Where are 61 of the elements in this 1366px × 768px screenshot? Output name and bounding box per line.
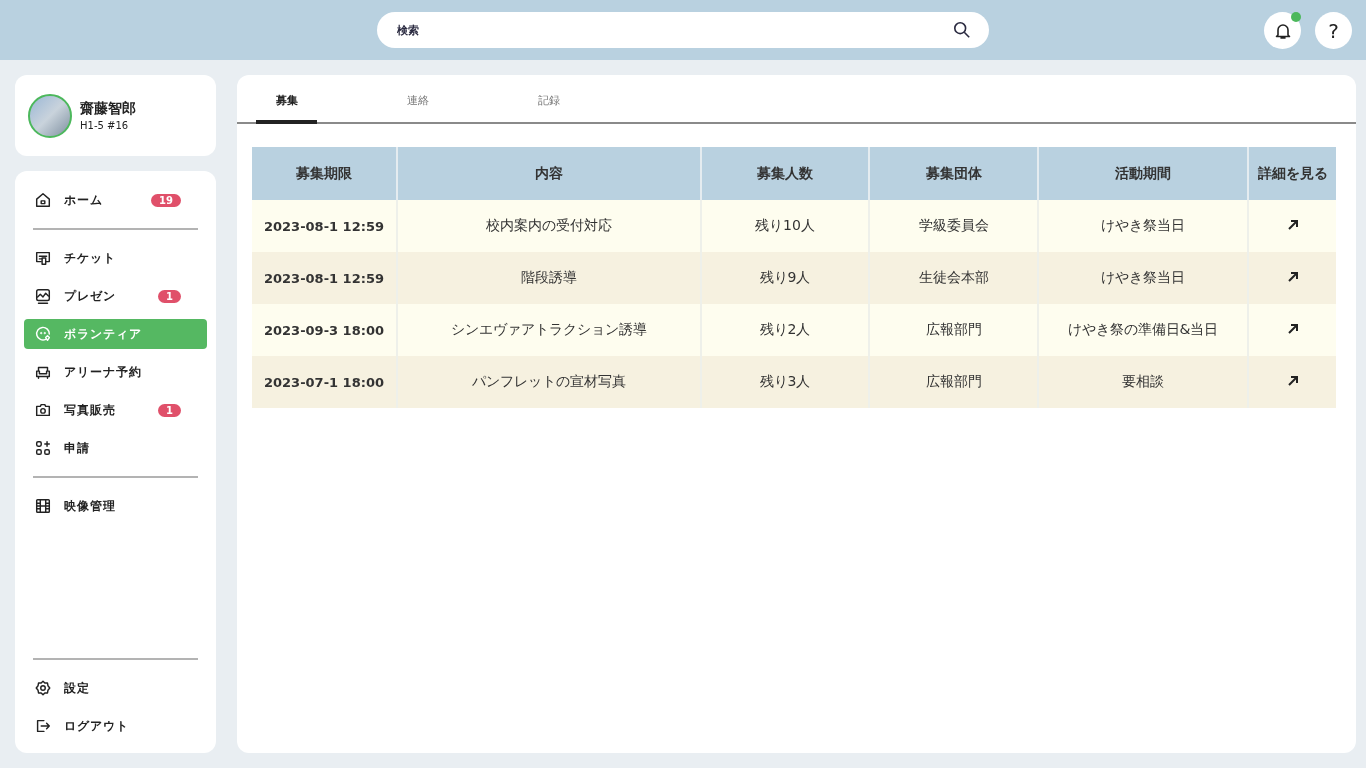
table-cell: 2023-08-1 12:59 <box>252 200 397 252</box>
nav-item[interactable]: チケット <box>24 243 207 273</box>
table-cell: 校内案内の受付対応 <box>397 200 701 252</box>
nav-item[interactable]: ホーム 19 <box>24 185 207 215</box>
table-cell: 残り2人 <box>701 304 869 356</box>
column-header: 詳細を見る <box>1248 147 1336 200</box>
arrow-link-icon[interactable] <box>1286 271 1299 283</box>
table-cell: パンフレットの宣材写真 <box>397 356 701 408</box>
table-cell: 広報部門 <box>869 356 1038 408</box>
table-cell: シンエヴァアトラクション誘導 <box>397 304 701 356</box>
table-cell: 2023-09-3 18:00 <box>252 304 397 356</box>
table-cell: 残り3人 <box>701 356 869 408</box>
user-class-id: H1-5 #16 <box>80 120 130 131</box>
exit-icon <box>34 717 52 735</box>
table-cell: けやき祭当日 <box>1038 252 1248 304</box>
column-header: 活動期間 <box>1038 147 1248 200</box>
arrow-link-icon[interactable] <box>1286 375 1299 387</box>
search-icon[interactable] <box>953 21 971 39</box>
nav-item[interactable]: 設定 <box>24 673 207 703</box>
table-cell: 残り9人 <box>701 252 869 304</box>
count-badge: 1 <box>158 403 181 417</box>
settings-icon <box>34 679 52 697</box>
table-cell: 学級委員会 <box>869 200 1038 252</box>
camera-icon <box>34 401 52 419</box>
nav-item[interactable]: 写真販売 1 <box>24 395 207 425</box>
user-name: 齋藤智郎 <box>80 100 136 118</box>
ticket-icon <box>34 249 52 267</box>
nav-item[interactable]: 映像管理 <box>24 491 207 521</box>
smiley-icon <box>34 325 52 343</box>
count-badge: 19 <box>151 193 181 207</box>
table-cell: 2023-07-1 18:00 <box>252 356 397 408</box>
table-cell: 要相談 <box>1038 356 1248 408</box>
nav-item[interactable]: アリーナ予約 <box>24 357 207 387</box>
table-cell: 広報部門 <box>869 304 1038 356</box>
arrow-link-icon[interactable] <box>1286 323 1299 335</box>
count-badge: 1 <box>158 289 181 303</box>
table-cell: けやき祭当日 <box>1038 200 1248 252</box>
arrow-link-icon[interactable] <box>1286 219 1299 231</box>
column-header: 募集人数 <box>701 147 869 200</box>
tab[interactable]: 記録 <box>518 75 579 122</box>
table-cell: けやき祭の準備日&当日 <box>1038 304 1248 356</box>
nav-item[interactable]: プレゼン 1 <box>24 281 207 311</box>
home-icon <box>34 191 52 209</box>
table-cell: 残り10人 <box>701 200 869 252</box>
help-button[interactable]: ? <box>1315 12 1352 49</box>
column-header: 募集団体 <box>869 147 1038 200</box>
tab[interactable]: 連絡 <box>387 75 448 122</box>
table-cell: 生徒会本部 <box>869 252 1038 304</box>
nav-item[interactable]: ログアウト <box>24 711 207 741</box>
notification-button[interactable] <box>1264 12 1301 49</box>
search-field[interactable]: 検索 <box>377 12 989 48</box>
column-header: 内容 <box>397 147 701 200</box>
tab[interactable]: 募集 <box>256 75 317 124</box>
film-icon <box>34 497 52 515</box>
column-header: 募集期限 <box>252 147 397 200</box>
table-cell: 階段誘導 <box>397 252 701 304</box>
picture-frame-icon <box>34 287 52 305</box>
nav-item[interactable]: 申請 <box>24 433 207 463</box>
grid-plus-icon <box>34 439 52 457</box>
avatar-photo-placeholder <box>28 93 72 138</box>
table-cell: 2023-08-1 12:59 <box>252 252 397 304</box>
